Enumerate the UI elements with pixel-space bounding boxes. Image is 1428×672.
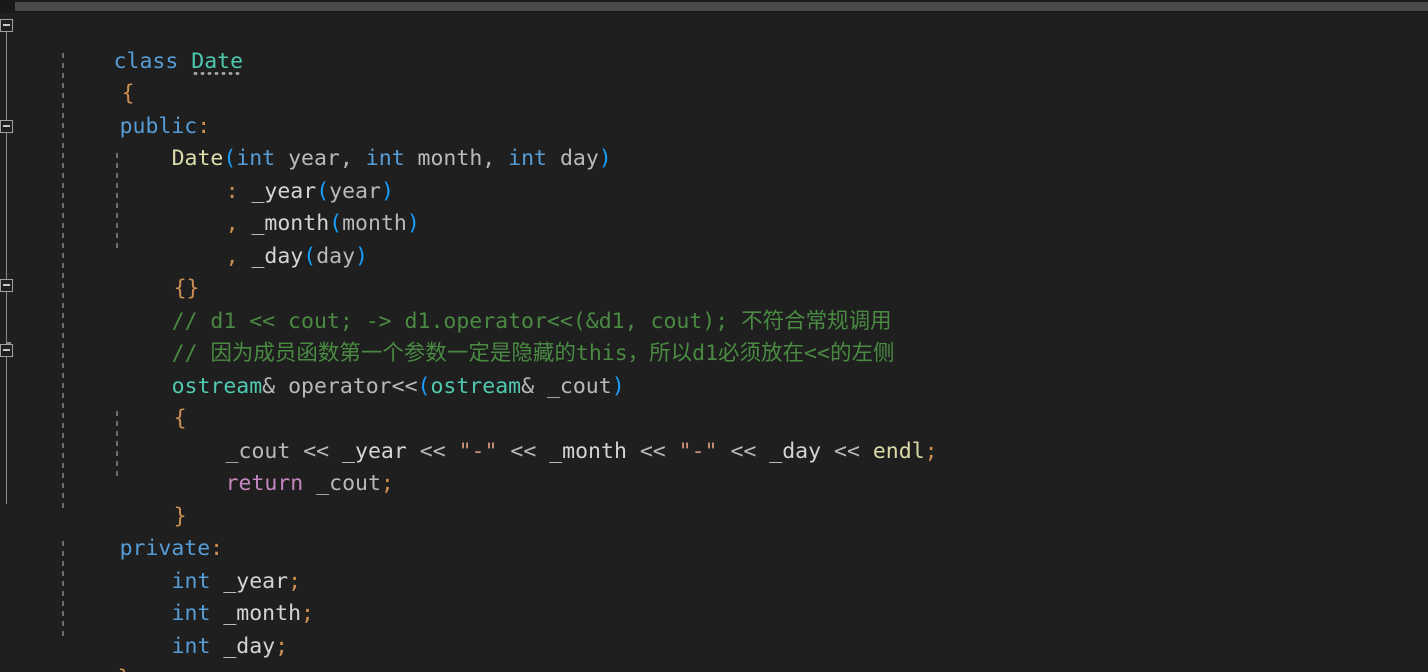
code-line-10[interactable]: // 因为成员函数第一个参数一定是隐藏的this，所以d1必须放在<<的左侧 bbox=[0, 306, 1428, 366]
code-line-12[interactable]: { bbox=[0, 371, 1428, 431]
code-editor-area[interactable]: class Date { public: Date(int year, int … bbox=[0, 13, 1428, 672]
code-line-4[interactable]: Date(int year, int month, int day) bbox=[0, 111, 1428, 171]
code-line-19[interactable]: int _day; bbox=[0, 598, 1428, 659]
editor-window: class Date { public: Date(int year, int … bbox=[0, 0, 1428, 672]
code-line-9[interactable]: // d1 << cout; -> d1.operator<<(&d1, cou… bbox=[0, 273, 1428, 334]
code-line-18[interactable]: int _month; bbox=[0, 566, 1428, 626]
horizontal-scrollbar[interactable] bbox=[15, 2, 1428, 11]
code-line-8[interactable]: {} bbox=[0, 241, 1428, 301]
editor-top-strip bbox=[0, 0, 1428, 13]
code-line-6[interactable]: , _month(month) bbox=[0, 176, 1428, 236]
close-brace-class: } bbox=[118, 666, 131, 672]
code-line-13[interactable]: _cout << _year << "-" << _month << "-" <… bbox=[0, 403, 1428, 464]
code-line-14[interactable]: return _cout; bbox=[0, 436, 1428, 496]
code-line-16[interactable]: private: bbox=[0, 501, 1428, 561]
code-line-7[interactable]: , _day(day) bbox=[0, 208, 1428, 269]
code-line-2[interactable]: { bbox=[0, 46, 1428, 106]
code-line-20[interactable]: }; bbox=[0, 631, 1428, 672]
code-line-11[interactable]: ostream& operator<<(ostream& _cout) bbox=[0, 338, 1428, 399]
code-line-3[interactable]: public: bbox=[0, 78, 1428, 139]
code-line-1[interactable]: class Date bbox=[0, 13, 1428, 74]
code-line-17[interactable]: int _year; bbox=[0, 533, 1428, 594]
semicolon-class: ; bbox=[131, 666, 144, 672]
code-line-15[interactable]: } bbox=[0, 468, 1428, 529]
code-line-5[interactable]: : _year(year) bbox=[0, 143, 1428, 204]
